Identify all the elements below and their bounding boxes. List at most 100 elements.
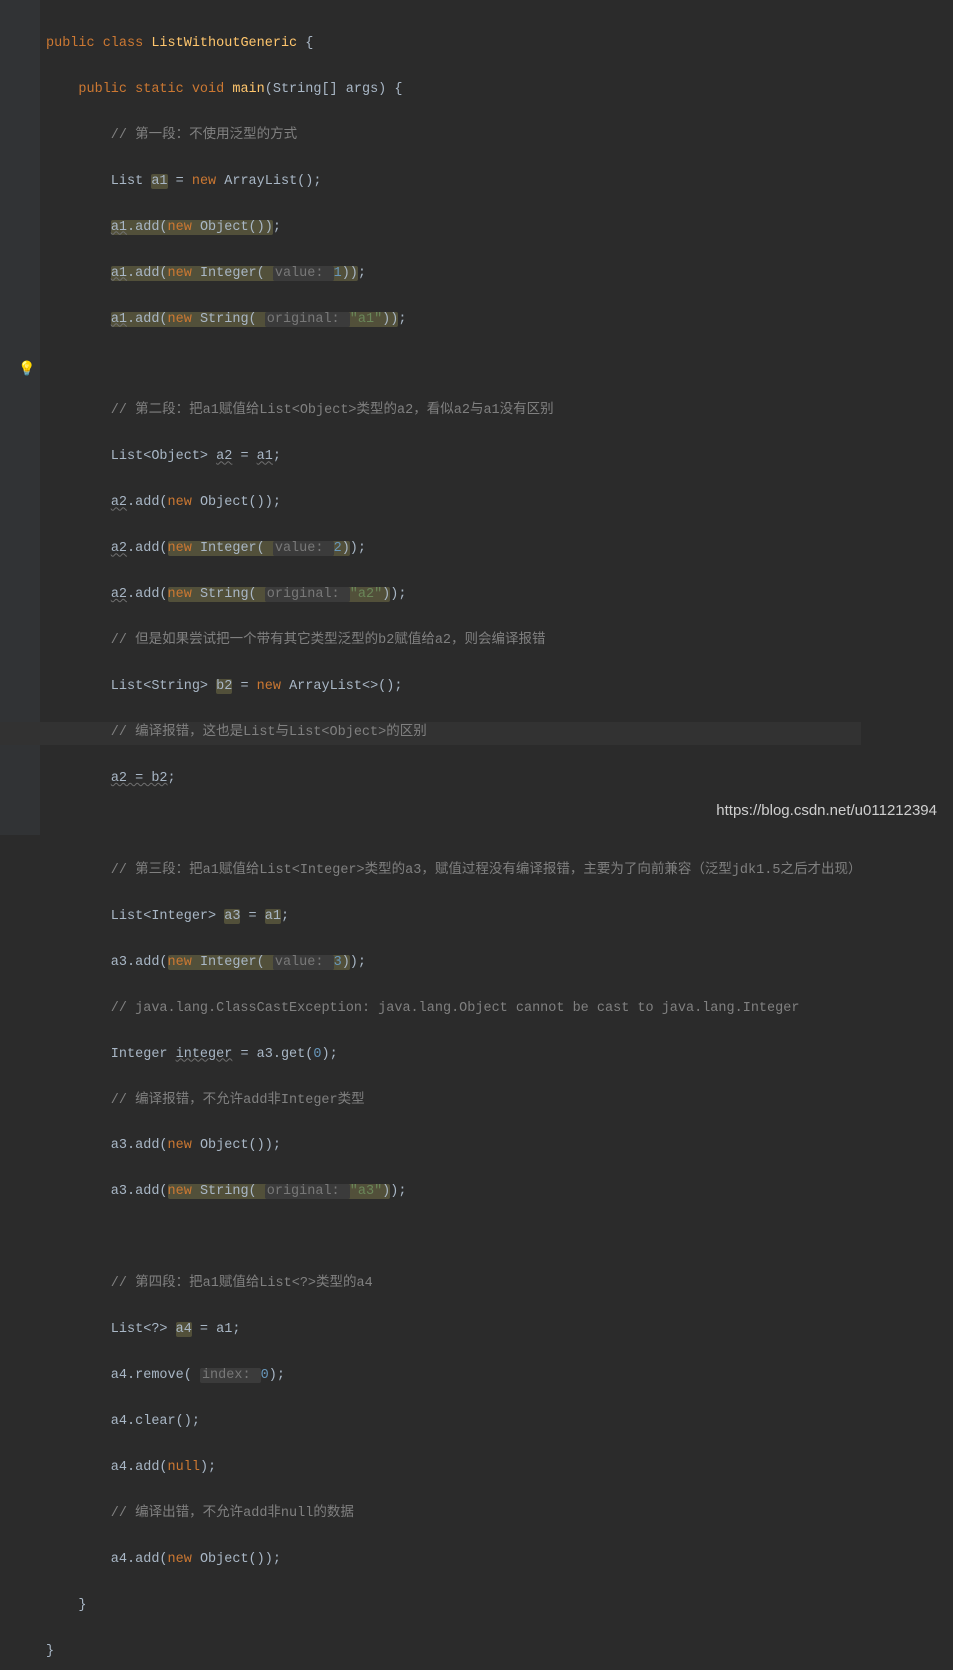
watermark: https://blog.csdn.net/u011212394 [716, 798, 937, 824]
comment: // 编译报错，这也是List与List<Object>的区别 [46, 725, 427, 740]
text: ); [390, 587, 406, 602]
keyword: public class [46, 36, 151, 51]
text: ); [321, 1047, 337, 1062]
keyword: new [168, 1552, 192, 1567]
warn-var: b2 [216, 679, 232, 694]
text: List<Object> [46, 449, 216, 464]
keyword: new [192, 174, 216, 189]
warn-call: a1 [111, 220, 127, 235]
comment: // 编译报错，不允许add非Integer类型 [46, 1093, 365, 1108]
semi: ; [358, 266, 366, 281]
number: 3 [334, 955, 342, 970]
text: a3.add( [46, 1184, 168, 1199]
text: = a3.get( [232, 1047, 313, 1062]
warn-var: a1 [265, 909, 281, 924]
indent [46, 771, 111, 786]
semi: ; [281, 909, 289, 924]
indent [46, 312, 111, 327]
warn-var: a4 [176, 1322, 192, 1337]
indent [46, 587, 111, 602]
param-hint: value: [273, 266, 334, 281]
param-hint: value: [273, 541, 334, 556]
text: ); [200, 1460, 216, 1475]
var: a2 [111, 495, 127, 510]
keyword: new [168, 1138, 192, 1153]
comment: // 但是如果尝试把一个带有其它类型泛型的b2赋值给a2，则会编译报错 [46, 633, 546, 648]
error-assign: a2 = b2 [111, 771, 168, 786]
comment: // 编译出错，不允许add非null的数据 [46, 1506, 354, 1521]
empty-line [46, 1227, 861, 1250]
text: Integer [46, 1047, 176, 1062]
text: a4.remove( [46, 1368, 200, 1383]
keyword: new [257, 679, 281, 694]
comment: // java.lang.ClassCastException: java.la… [46, 1001, 799, 1016]
empty-line [46, 355, 861, 378]
semi: ; [273, 220, 281, 235]
text: Object()); [192, 495, 281, 510]
warn-var: a3 [224, 909, 240, 924]
semi: ; [273, 449, 281, 464]
semi: ; [168, 771, 176, 786]
text: Object()); [192, 1552, 281, 1567]
text: ); [350, 541, 366, 556]
text: = a1; [192, 1322, 241, 1337]
param-hint: original: [265, 312, 350, 327]
comment: // 第四段：把a1赋值给List<?>类型的a4 [46, 1276, 373, 1291]
text: a3.add( [46, 955, 168, 970]
number: 0 [261, 1368, 269, 1383]
params: (String[] args) { [265, 82, 403, 97]
comment: // 第二段：把a1赋值给List<Object>类型的a2，看似a2与a1没有… [46, 403, 554, 418]
text: List<?> [46, 1322, 176, 1337]
text: List<String> [46, 679, 216, 694]
text: .add( [127, 541, 168, 556]
keyword: public static void [46, 82, 232, 97]
param-hint: value: [273, 955, 334, 970]
text: ); [350, 955, 366, 970]
brace: { [297, 36, 313, 51]
text: List [46, 174, 151, 189]
indent [46, 220, 111, 235]
string: "a2" [350, 587, 382, 602]
text: = [232, 679, 256, 694]
text: a4.add( [46, 1460, 168, 1475]
comment: // 第一段：不使用泛型的方式 [46, 128, 297, 143]
text: a3.add( [46, 1138, 168, 1153]
var: a2 [216, 449, 232, 464]
warn-var: a1 [151, 174, 167, 189]
text: ); [269, 1368, 285, 1383]
text: .add( [127, 587, 168, 602]
brace: } [46, 1644, 54, 1659]
var: a2 [111, 587, 127, 602]
number: 0 [313, 1047, 321, 1062]
text: List<Integer> [46, 909, 224, 924]
code-content: public class ListWithoutGeneric { public… [0, 0, 861, 1670]
indent [46, 266, 111, 281]
indent [46, 541, 111, 556]
text: = [232, 449, 256, 464]
brace: } [46, 1598, 87, 1613]
string: "a3" [350, 1184, 382, 1199]
method-name: main [232, 82, 264, 97]
text: .add( [127, 495, 168, 510]
text: a4.clear(); [46, 1414, 200, 1429]
number: 2 [334, 541, 342, 556]
indent [46, 495, 111, 510]
string: "a1" [350, 312, 382, 327]
class-name: ListWithoutGeneric [151, 36, 297, 51]
number: 1 [334, 266, 342, 281]
text: ); [390, 1184, 406, 1199]
param-hint: original: [265, 587, 350, 602]
param-hint: index: [200, 1368, 261, 1383]
text: ArrayList<>(); [281, 679, 403, 694]
keyword: new [168, 495, 192, 510]
param-hint: original: [265, 1184, 350, 1199]
text: = [240, 909, 264, 924]
comment: // 第三段：把a1赋值给List<Integer>类型的a3，赋值过程没有编译… [46, 863, 861, 878]
text: Object()); [192, 1138, 281, 1153]
text: a4.add( [46, 1552, 168, 1567]
var: integer [176, 1047, 233, 1062]
var: a1 [257, 449, 273, 464]
keyword: null [168, 1460, 200, 1475]
code-editor[interactable]: public class ListWithoutGeneric { public… [0, 0, 953, 12]
var: a2 [111, 541, 127, 556]
